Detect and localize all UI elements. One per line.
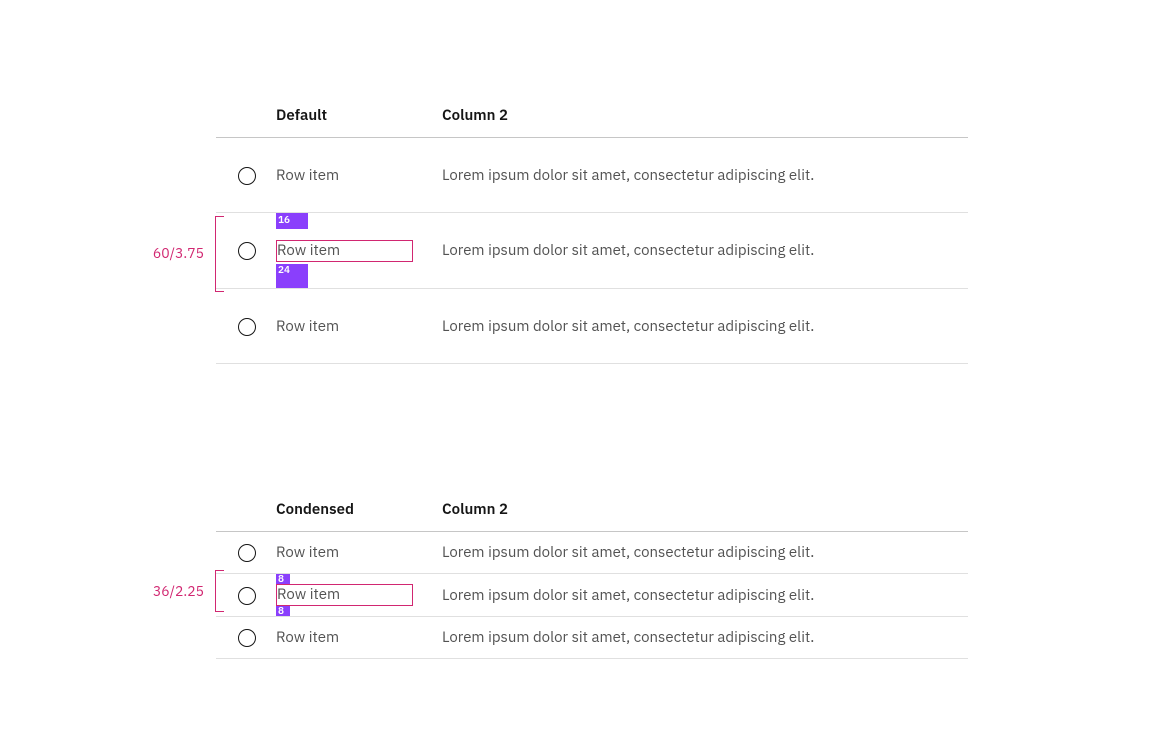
column-header-select xyxy=(216,490,276,532)
column-header-select xyxy=(216,96,276,138)
dimension-label: 36/2.25 xyxy=(153,582,204,600)
table-row: Row item Lorem ipsum dolor sit amet, con… xyxy=(216,289,968,364)
dimension-label: 60/3.75 xyxy=(153,244,204,262)
padding-top-indicator: 16 xyxy=(276,213,308,229)
radio-button[interactable] xyxy=(238,544,256,562)
column-header-2: Column 2 xyxy=(442,490,968,532)
table-row: Row item Lorem ipsum dolor sit amet, con… xyxy=(216,532,968,574)
cell-text: Lorem ipsum dolor sit amet, consectetur … xyxy=(442,317,814,336)
cell-text: Row item xyxy=(276,317,339,336)
radio-button[interactable] xyxy=(238,242,256,260)
cell-text: Lorem ipsum dolor sit amet, consectetur … xyxy=(442,586,814,605)
padding-bottom-indicator: 8 xyxy=(276,606,290,616)
cell-text: Lorem ipsum dolor sit amet, consectetur … xyxy=(442,166,814,185)
radio-button[interactable] xyxy=(238,167,256,185)
data-table-default: Default Column 2 Row item Lorem ipsum do… xyxy=(216,96,968,364)
row-height-annotation-condensed: 36/2.25 xyxy=(134,570,216,612)
cell-text: Lorem ipsum dolor sit amet, consectetur … xyxy=(442,241,814,260)
cell-text: Lorem ipsum dolor sit amet, consectetur … xyxy=(442,543,814,562)
cell-text: Row item xyxy=(276,543,339,562)
row-height-annotation-default: 60/3.75 xyxy=(118,216,216,292)
cell-text: Lorem ipsum dolor sit amet, consectetur … xyxy=(442,628,814,647)
table-row: 16 Row item 24 Lorem ipsum dolor sit ame… xyxy=(216,213,968,289)
cell-text: Row item xyxy=(276,584,413,606)
table-row: Row item Lorem ipsum dolor sit amet, con… xyxy=(216,138,968,213)
table-row: 8 Row item 8 Lorem ipsum dolor sit amet,… xyxy=(216,574,968,617)
column-header-1: Condensed xyxy=(276,490,442,532)
radio-button[interactable] xyxy=(238,318,256,336)
cell-text: Row item xyxy=(276,628,339,647)
column-header-1: Default xyxy=(276,96,442,138)
cell-text: Row item xyxy=(276,240,413,262)
data-table-condensed: Condensed Column 2 Row item Lorem ipsum … xyxy=(216,490,968,659)
radio-button[interactable] xyxy=(238,587,256,605)
column-header-2: Column 2 xyxy=(442,96,968,138)
spec-cell: 8 Row item 8 xyxy=(276,574,442,616)
spec-cell: 16 Row item 24 xyxy=(276,213,442,288)
padding-top-indicator: 8 xyxy=(276,574,290,584)
cell-text: Row item xyxy=(276,166,339,185)
table-row: Row item Lorem ipsum dolor sit amet, con… xyxy=(216,617,968,659)
padding-bottom-indicator: 24 xyxy=(276,264,308,288)
radio-button[interactable] xyxy=(238,629,256,647)
